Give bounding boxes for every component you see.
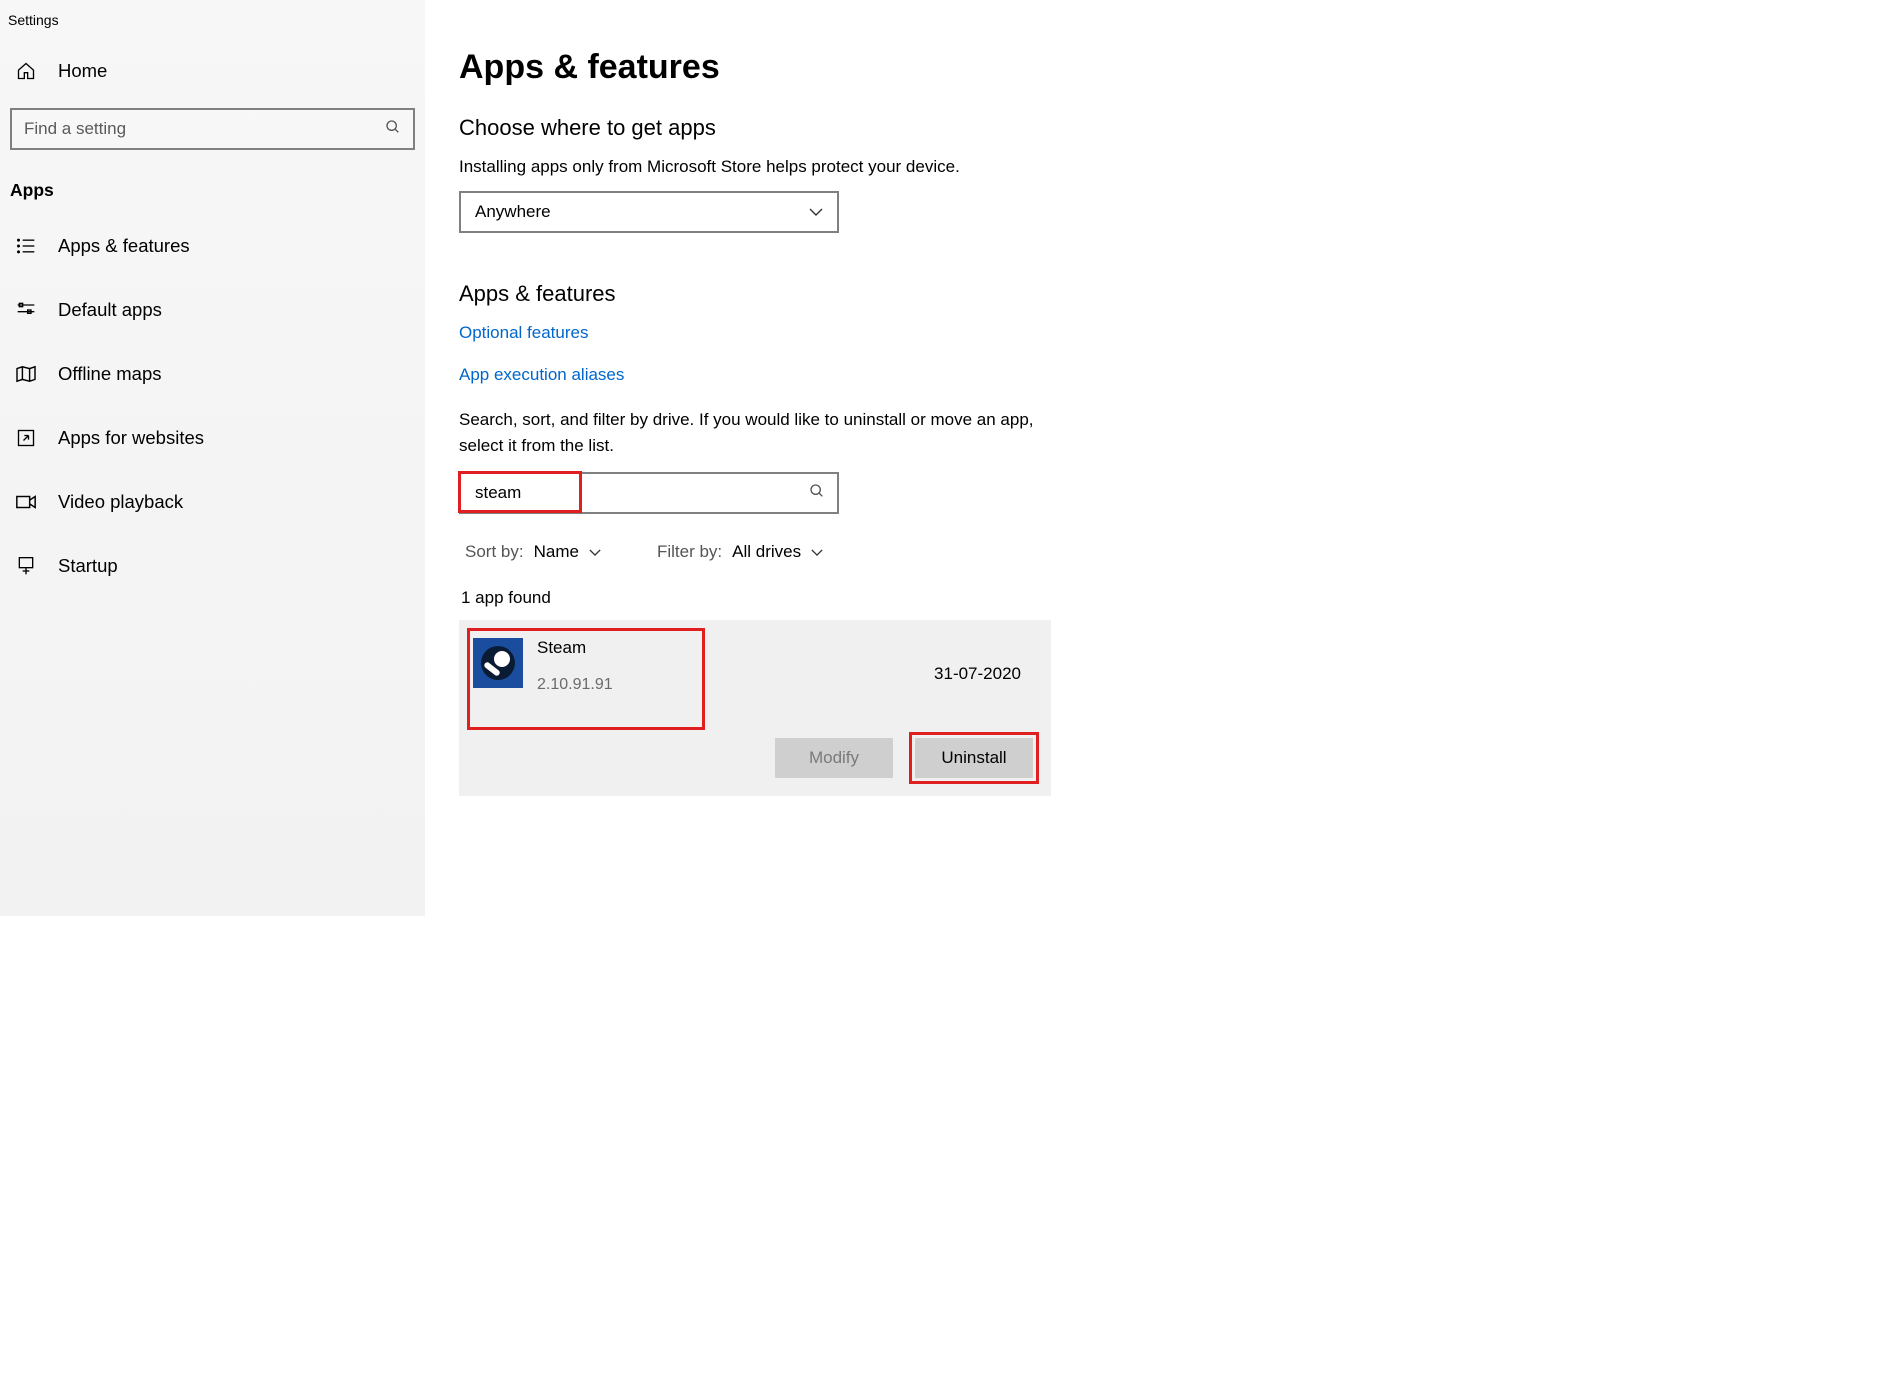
dropdown-value: Anywhere xyxy=(475,202,551,222)
filter-by-dropdown[interactable]: Filter by: All drives xyxy=(657,542,823,562)
main-content: Apps & features Choose where to get apps… xyxy=(425,0,1085,916)
optional-features-link[interactable]: Optional features xyxy=(459,323,1051,343)
sort-by-dropdown[interactable]: Sort by: Name xyxy=(465,542,601,562)
apps-help-text: Search, sort, and filter by drive. If yo… xyxy=(459,407,1051,458)
chevron-down-icon xyxy=(811,542,823,562)
uninstall-label: Uninstall xyxy=(941,748,1006,767)
sidebar-item-label: Startup xyxy=(58,555,118,577)
app-search-input[interactable]: steam xyxy=(459,472,839,514)
home-icon xyxy=(14,61,38,81)
sort-label: Sort by: xyxy=(465,542,524,562)
open-icon xyxy=(14,428,38,448)
sidebar-item-offline-maps[interactable]: Offline maps xyxy=(0,349,425,399)
steam-app-icon xyxy=(473,638,523,688)
sidebar-section-label: Apps xyxy=(0,174,425,221)
search-settings-input[interactable]: Find a setting xyxy=(10,108,415,150)
sidebar-item-label: Video playback xyxy=(58,491,183,513)
choose-description: Installing apps only from Microsoft Stor… xyxy=(459,157,1051,177)
sidebar-item-label: Apps for websites xyxy=(58,427,204,449)
filter-value: All drives xyxy=(732,542,801,562)
uninstall-button[interactable]: Uninstall xyxy=(915,738,1033,778)
sidebar-item-video-playback[interactable]: Video playback xyxy=(0,477,425,527)
filter-label: Filter by: xyxy=(657,542,722,562)
video-icon xyxy=(14,494,38,510)
app-name: Steam xyxy=(537,638,613,658)
chevron-down-icon xyxy=(589,542,601,562)
home-nav[interactable]: Home xyxy=(0,48,425,94)
app-execution-aliases-link[interactable]: App execution aliases xyxy=(459,365,1051,385)
choose-heading: Choose where to get apps xyxy=(459,115,1051,141)
sidebar-item-apps-for-websites[interactable]: Apps for websites xyxy=(0,413,425,463)
sidebar: Settings Home Find a setting Apps Apps &… xyxy=(0,0,425,916)
sidebar-item-default-apps[interactable]: Default apps xyxy=(0,285,425,335)
app-version: 2.10.91.91 xyxy=(537,676,613,694)
app-search-value: steam xyxy=(461,483,809,503)
sidebar-item-label: Offline maps xyxy=(58,363,162,385)
sliders-icon xyxy=(14,301,38,319)
apps-heading: Apps & features xyxy=(459,281,1051,307)
sidebar-item-label: Default apps xyxy=(58,299,162,321)
result-count: 1 app found xyxy=(459,588,1051,608)
sidebar-item-label: Apps & features xyxy=(58,235,190,257)
sort-value: Name xyxy=(534,542,579,562)
search-icon xyxy=(809,483,825,504)
modify-button: Modify xyxy=(775,738,893,778)
window-title: Settings xyxy=(0,8,425,48)
sidebar-item-startup[interactable]: Startup xyxy=(0,541,425,591)
app-source-dropdown[interactable]: Anywhere xyxy=(459,191,839,233)
sidebar-item-apps-features[interactable]: Apps & features xyxy=(0,221,425,271)
chevron-down-icon xyxy=(809,202,823,222)
app-row[interactable]: Steam 2.10.91.91 31-07-2020 xyxy=(467,628,1033,700)
page-title: Apps & features xyxy=(459,48,1051,87)
home-label: Home xyxy=(58,60,107,82)
search-placeholder: Find a setting xyxy=(24,119,126,139)
app-install-date: 31-07-2020 xyxy=(934,664,1021,684)
map-icon xyxy=(14,365,38,383)
app-card[interactable]: Steam 2.10.91.91 31-07-2020 Modify Unins… xyxy=(459,620,1051,796)
startup-icon xyxy=(14,556,38,576)
search-icon xyxy=(385,119,401,140)
list-icon xyxy=(14,237,38,255)
